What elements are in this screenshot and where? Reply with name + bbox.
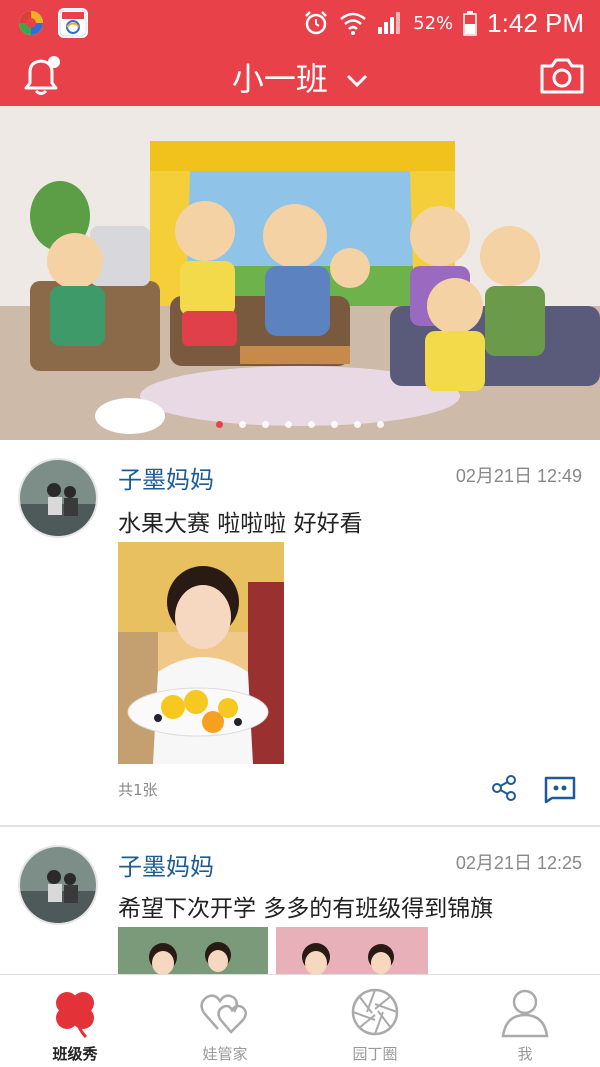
carousel-dot[interactable]: [377, 421, 384, 428]
battery-percent: 52%: [413, 12, 454, 34]
person-icon: [501, 989, 549, 1038]
tab-baby-manager[interactable]: 娃管家: [150, 975, 300, 1067]
tab-label: 园丁圈: [352, 1045, 398, 1063]
page-title: 小一班: [231, 60, 328, 98]
carousel-dot[interactable]: [216, 421, 223, 428]
avatar[interactable]: [18, 845, 98, 925]
carousel-dot[interactable]: [354, 421, 361, 428]
tab-label: 班级秀: [52, 1045, 98, 1063]
tab-class-show[interactable]: 班级秀: [0, 975, 150, 1067]
hearts-icon: [200, 994, 247, 1034]
app-bar: 小一班: [0, 46, 600, 106]
post-text: 希望下次开学 多多的有班级得到锦旗: [118, 896, 494, 922]
camera-icon[interactable]: [538, 54, 586, 98]
post-date: 02月21日 12:49: [455, 466, 582, 486]
class-selector[interactable]: 小一班: [0, 54, 600, 100]
tab-me[interactable]: 我: [450, 975, 600, 1067]
post-author[interactable]: 子墨妈妈: [118, 460, 214, 495]
post-author[interactable]: 子墨妈妈: [118, 847, 214, 882]
banner-image: [0, 106, 600, 440]
post-photo[interactable]: [118, 542, 284, 764]
avatar[interactable]: [18, 458, 98, 538]
chevron-down-icon: [347, 74, 368, 88]
alarm-icon: [305, 11, 328, 35]
comment-icon[interactable]: [542, 774, 578, 804]
clock: 1:42 PM: [487, 7, 584, 38]
clover-icon: [56, 992, 94, 1039]
carousel-dot[interactable]: [262, 421, 269, 428]
app-icon-browser: [58, 8, 88, 38]
photo-count: 共1张: [118, 781, 158, 799]
wifi-icon: [340, 12, 366, 35]
status-bar: 52% 1:42 PM: [0, 0, 600, 46]
carousel-indicator: [0, 421, 600, 428]
tab-gardener-circle[interactable]: 园丁圈: [300, 975, 450, 1067]
carousel-dot[interactable]: [331, 421, 338, 428]
battery-icon: [463, 11, 477, 36]
post-card[interactable]: 子墨妈妈 02月21日 12:49 水果大赛 啦啦啦 好好看 共1张: [0, 440, 600, 825]
aperture-icon: [351, 988, 399, 1036]
post-photo[interactable]: [276, 927, 428, 974]
carousel-dot[interactable]: [285, 421, 292, 428]
post-photo[interactable]: [118, 927, 268, 974]
carousel-dot[interactable]: [308, 421, 315, 428]
tab-label: 我: [517, 1045, 533, 1063]
banner-carousel[interactable]: [0, 106, 600, 440]
bottom-tab-bar: 班级秀 娃管家 园丁圈 我: [0, 974, 600, 1067]
post-text: 水果大赛 啦啦啦 好好看: [118, 511, 363, 537]
app-icon-colorful: [16, 8, 46, 38]
tab-label: 娃管家: [202, 1045, 248, 1063]
signal-icon: [378, 12, 401, 34]
carousel-dot[interactable]: [239, 421, 246, 428]
post-card[interactable]: 子墨妈妈 02月21日 12:25 希望下次开学 多多的有班级得到锦旗: [0, 827, 600, 974]
share-icon[interactable]: [490, 774, 518, 802]
post-date: 02月21日 12:25: [455, 853, 582, 873]
